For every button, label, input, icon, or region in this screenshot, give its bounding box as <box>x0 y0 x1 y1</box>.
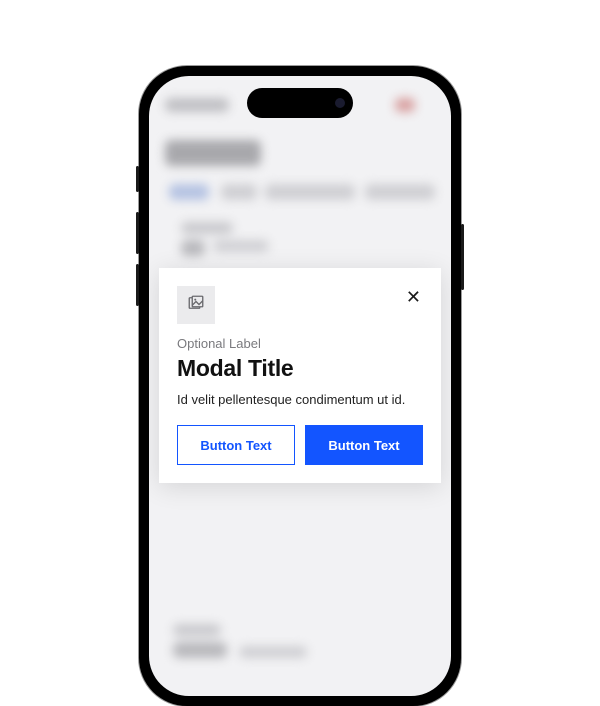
close-icon: ✕ <box>406 287 421 307</box>
phone-side-button <box>136 166 139 192</box>
phone-frame: ✕ Optional Label Modal Title Id velit pe… <box>139 66 461 706</box>
modal-header: ✕ <box>177 286 423 324</box>
phone-screen: ✕ Optional Label Modal Title Id velit pe… <box>149 76 451 696</box>
modal-title: Modal Title <box>177 355 423 382</box>
phone-side-button <box>461 224 464 290</box>
modal-icon-box <box>177 286 215 324</box>
modal-dialog: ✕ Optional Label Modal Title Id velit pe… <box>159 268 441 483</box>
phone-side-button <box>136 212 139 254</box>
modal-actions: Button Text Button Text <box>177 425 423 465</box>
primary-button-label: Button Text <box>328 438 399 453</box>
dynamic-island <box>247 88 353 118</box>
close-button[interactable]: ✕ <box>404 286 423 308</box>
modal-label: Optional Label <box>177 336 423 351</box>
image-icon <box>187 294 205 317</box>
modal-body-text: Id velit pellentesque condimentum ut id. <box>177 392 423 407</box>
phone-side-button <box>136 264 139 306</box>
secondary-button-label: Button Text <box>200 438 271 453</box>
primary-button[interactable]: Button Text <box>305 425 423 465</box>
secondary-button[interactable]: Button Text <box>177 425 295 465</box>
